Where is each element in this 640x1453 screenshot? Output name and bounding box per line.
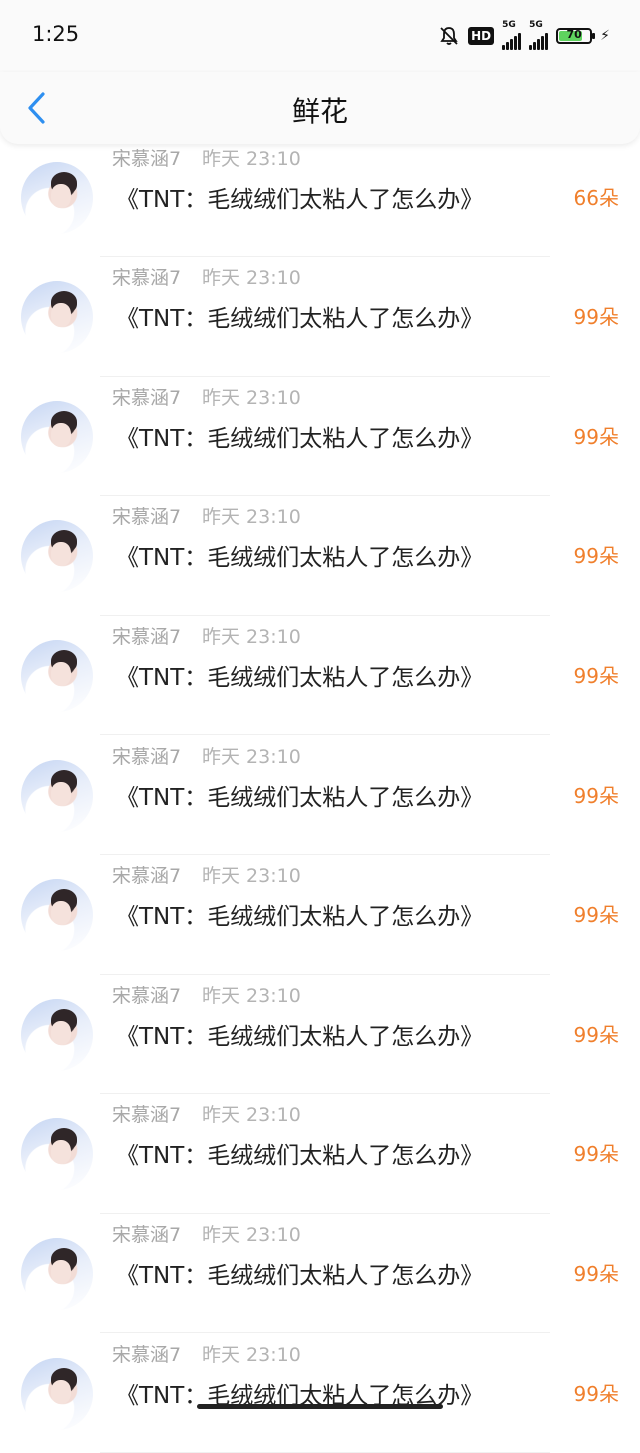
flower-count: 99朵 [574,301,619,330]
record-content: 《TNT：毛绒绒们太粘人了怎么办》 [116,897,483,931]
record-time: 昨天 23:10 [202,742,301,769]
nav-header: 鲜花 [0,72,640,144]
flower-count: 99朵 [574,1378,619,1407]
record-username: 宋慕涵7 [112,742,181,769]
record-username: 宋慕涵7 [112,1220,181,1247]
record-time: 昨天 23:10 [202,622,301,649]
record-username: 宋慕涵7 [112,502,181,529]
flower-count: 99朵 [574,899,619,928]
signal-strength-icon-2: 5G [529,23,548,50]
record-content: 《TNT：毛绒绒们太粘人了怎么办》 [116,778,483,812]
flower-count: 99朵 [574,1138,619,1167]
flower-record-row[interactable]: 宋慕涵7 昨天 23:10 《TNT：毛绒绒们太粘人了怎么办》 99朵 [0,257,640,377]
avatar[interactable] [21,281,93,353]
record-time: 昨天 23:10 [202,1100,301,1127]
record-content: 《TNT：毛绒绒们太粘人了怎么办》 [116,538,483,572]
record-content: 《TNT：毛绒绒们太粘人了怎么办》 [116,299,483,333]
record-time: 昨天 23:10 [202,861,301,888]
record-content: 《TNT：毛绒绒们太粘人了怎么办》 [116,419,483,453]
flower-record-row[interactable]: 宋慕涵7 昨天 23:10 《TNT：毛绒绒们太粘人了怎么办》 99朵 [0,975,640,1095]
flower-record-row[interactable]: 宋慕涵7 昨天 23:10 《TNT：毛绒绒们太粘人了怎么办》 99朵 [0,1094,640,1214]
flower-count: 99朵 [574,1258,619,1287]
record-username: 宋慕涵7 [112,1100,181,1127]
record-username: 宋慕涵7 [112,861,181,888]
battery-icon: 70 [556,28,592,44]
flower-count: 99朵 [574,540,619,569]
record-time: 昨天 23:10 [202,383,301,410]
record-content: 《TNT：毛绒绒们太粘人了怎么办》 [116,1136,483,1170]
flower-count: 99朵 [574,660,619,689]
record-content: 《TNT：毛绒绒们太粘人了怎么办》 [116,180,483,214]
avatar[interactable] [21,640,93,712]
flower-record-row[interactable]: 宋慕涵7 昨天 23:10 《TNT：毛绒绒们太粘人了怎么办》 99朵 [0,377,640,497]
record-time: 昨天 23:10 [202,1220,301,1247]
record-username: 宋慕涵7 [112,1340,181,1367]
page-title: 鲜花 [0,90,640,130]
network-type-label: 5G [502,20,516,30]
avatar[interactable] [21,1238,93,1310]
record-time: 昨天 23:10 [202,1340,301,1367]
flower-record-row[interactable]: 宋慕涵7 昨天 23:10 《TNT：毛绒绒们太粘人了怎么办》 99朵 [0,855,640,975]
flower-record-row[interactable]: 宋慕涵7 昨天 23:10 《TNT：毛绒绒们太粘人了怎么办》 66朵 [0,138,640,258]
bell-muted-icon [438,25,460,47]
flower-count: 66朵 [574,182,619,211]
charging-bolt-icon: ⚡ [600,28,610,44]
avatar[interactable] [21,760,93,832]
avatar[interactable] [21,1118,93,1190]
record-username: 宋慕涵7 [112,622,181,649]
status-bar: 1:25 HD 5G 5G 70 [0,0,640,72]
flower-record-row[interactable]: 宋慕涵7 昨天 23:10 《TNT：毛绒绒们太粘人了怎么办》 99朵 [0,496,640,616]
avatar[interactable] [21,879,93,951]
flower-count: 99朵 [574,780,619,809]
flower-count: 99朵 [574,1019,619,1048]
record-username: 宋慕涵7 [112,263,181,290]
record-username: 宋慕涵7 [112,981,181,1008]
record-content: 《TNT：毛绒绒们太粘人了怎么办》 [116,1017,483,1051]
record-content: 《TNT：毛绒绒们太粘人了怎么办》 [116,658,483,692]
flower-record-row[interactable]: 宋慕涵7 昨天 23:10 《TNT：毛绒绒们太粘人了怎么办》 99朵 [0,616,640,736]
hd-voice-badge: HD [468,27,494,45]
battery-level: 70 [558,28,590,41]
record-time: 昨天 23:10 [202,981,301,1008]
avatar[interactable] [21,1358,93,1430]
record-time: 昨天 23:10 [202,502,301,529]
avatar[interactable] [21,401,93,473]
network-type-label-2: 5G [529,20,543,30]
status-icons: HD 5G 5G 70 ⚡ [438,22,610,50]
avatar[interactable] [21,999,93,1071]
flower-record-row[interactable]: 宋慕涵7 昨天 23:10 《TNT：毛绒绒们太粘人了怎么办》 99朵 [0,1334,640,1453]
record-time: 昨天 23:10 [202,144,301,171]
record-time: 昨天 23:10 [202,263,301,290]
record-username: 宋慕涵7 [112,383,181,410]
flower-count: 99朵 [574,421,619,450]
flower-record-row[interactable]: 宋慕涵7 昨天 23:10 《TNT：毛绒绒们太粘人了怎么办》 99朵 [0,736,640,856]
avatar[interactable] [21,162,93,234]
record-username: 宋慕涵7 [112,144,181,171]
home-indicator[interactable] [197,1404,443,1409]
status-time: 1:25 [32,22,79,46]
avatar[interactable] [21,520,93,592]
flower-record-row[interactable]: 宋慕涵7 昨天 23:10 《TNT：毛绒绒们太粘人了怎么办》 99朵 [0,1214,640,1334]
signal-strength-icon: 5G [502,23,521,50]
record-content: 《TNT：毛绒绒们太粘人了怎么办》 [116,1256,483,1290]
